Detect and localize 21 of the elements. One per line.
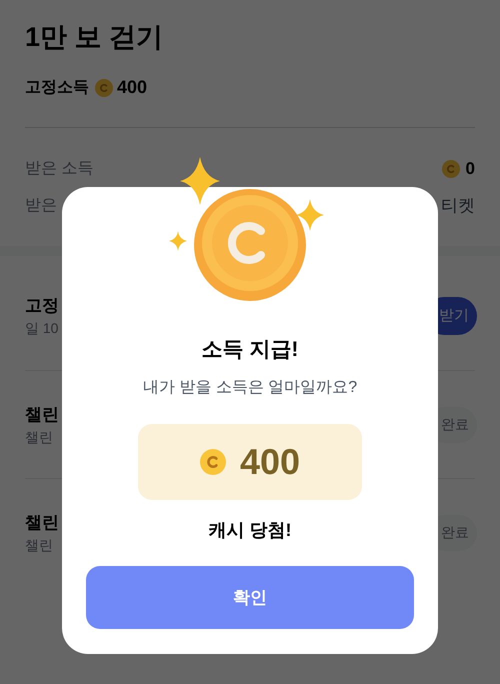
page-title: 1만 보 걷기 [25,21,164,54]
summary-value: 티켓 [441,194,475,217]
income-label: 고정소득 [25,78,89,98]
dialog-message: 내가 받을 소득은 얼마일까요? [142,378,358,398]
summary-label: 받은 소득 [25,158,94,178]
dialog-title: 소득 지급! [202,337,298,363]
summary-value: 0 [466,158,475,180]
task-subtitle: 챌린 [25,536,54,554]
task-title: 챌린 [25,512,59,534]
result-text: 캐시 당첨! [208,519,292,542]
task-title: 챌린 [25,404,59,426]
task-title: 고정 [25,295,59,317]
task-subtitle: 챌린 [25,428,54,446]
coin-icon [200,449,226,475]
coin-icon [95,78,113,96]
income-amount: 400 [117,76,148,99]
summary-label: 받은 [25,196,57,216]
coin-icon [442,160,460,178]
task-subtitle: 일 10 [25,319,59,338]
confirm-button[interactable]: 확인 [86,566,414,629]
amount-value: 400 [240,440,300,484]
